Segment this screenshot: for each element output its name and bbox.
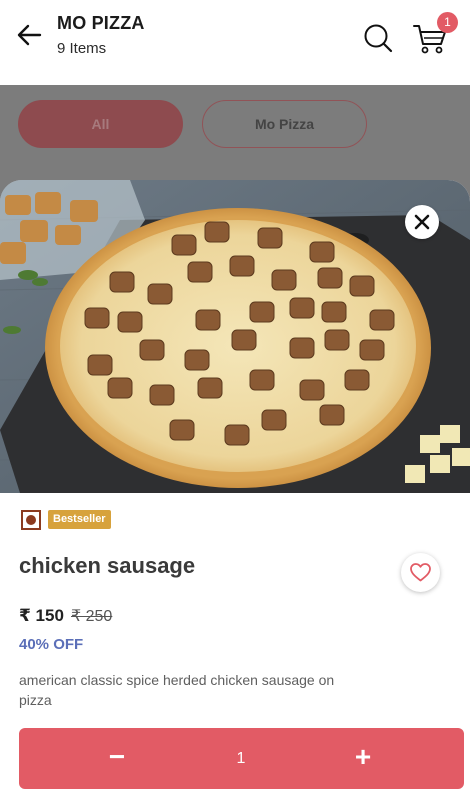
product-description: american classic spice herded chicken sa… — [19, 672, 335, 708]
cart-count-badge: 1 — [437, 12, 458, 33]
back-arrow-icon[interactable] — [14, 20, 44, 50]
heart-icon — [410, 563, 431, 582]
product-image — [0, 180, 470, 493]
quantity-value: 1 — [236, 750, 246, 767]
close-button[interactable] — [405, 205, 439, 239]
bestseller-badge: Bestseller — [48, 510, 111, 529]
discount-label: 40% OFF — [19, 636, 84, 653]
increase-quantity-button[interactable]: + — [343, 728, 383, 789]
quantity-stepper: − 1 + — [19, 728, 464, 789]
product-name: chicken sausage — [19, 553, 196, 578]
decrease-quantity-button[interactable]: − — [97, 728, 137, 789]
product-detail-sheet: Bestseller chicken sausage ₹ 150 ₹ 250 4… — [0, 180, 470, 800]
favorite-button[interactable] — [401, 553, 440, 592]
search-icon[interactable] — [362, 22, 394, 54]
app-header: MO PIZZA 9 Items 1 — [0, 0, 470, 85]
item-count: 9 Items — [57, 40, 107, 57]
original-price: ₹ 250 — [71, 608, 113, 625]
store-title: MO PIZZA — [57, 13, 145, 33]
current-price: ₹ 150 — [19, 606, 64, 625]
close-icon — [414, 214, 430, 230]
filter-chip-all[interactable]: All — [18, 100, 183, 148]
filter-chip-mo-pizza[interactable]: Mo Pizza — [202, 100, 367, 148]
non-veg-indicator-icon — [21, 510, 41, 530]
